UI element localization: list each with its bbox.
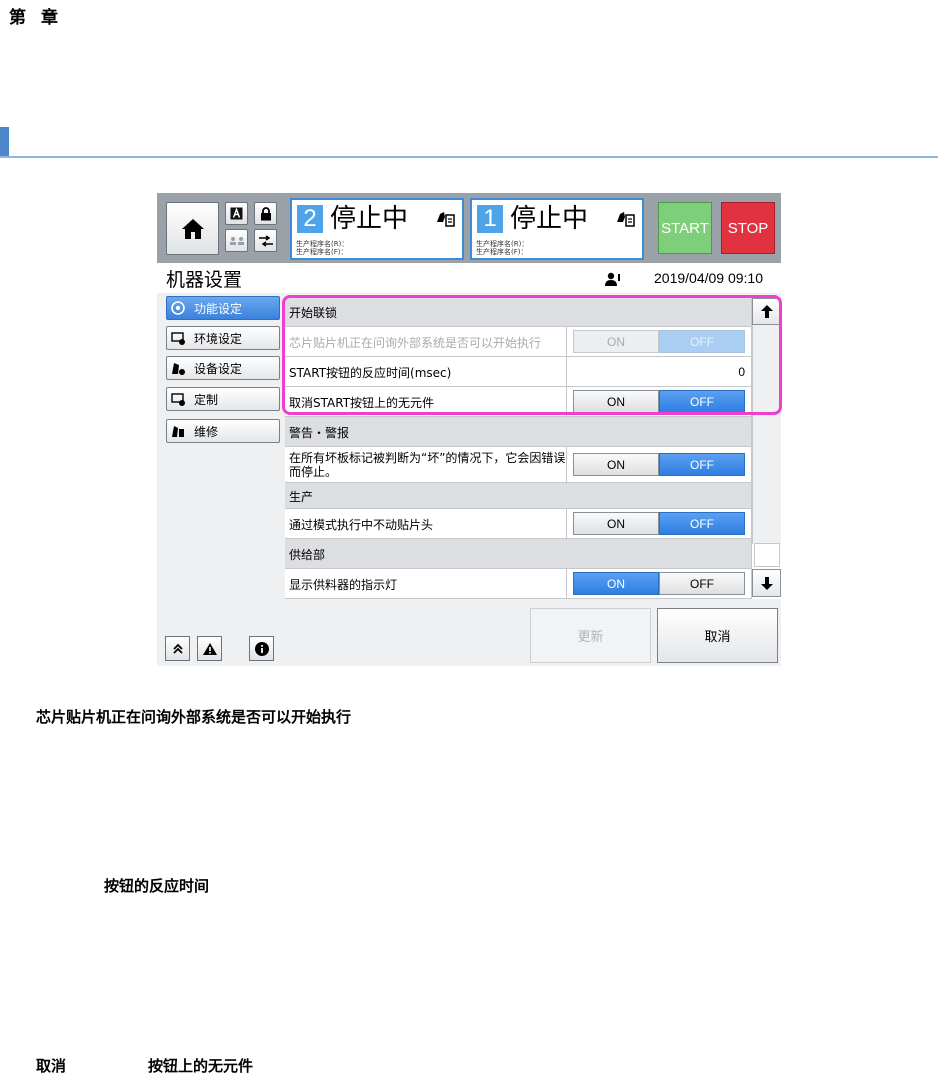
page-title: 机器设置 [166, 269, 243, 291]
program-name-f: 生产程序名(F)： [476, 248, 528, 256]
section-marker [0, 127, 9, 157]
lane-number: 1 [477, 205, 503, 233]
lock-button[interactable] [254, 202, 277, 225]
machine-clipboard-icon [172, 426, 184, 437]
section-header-label: 生产 [289, 489, 314, 504]
lane-2-panel[interactable]: 2 停止中 生产程序名(R)： 生产程序名(F)： [290, 198, 464, 260]
paragraph-heading-2: 按钮的反应时间 [104, 877, 210, 895]
connection-button[interactable] [254, 229, 277, 252]
lane-status: 停止中 [330, 204, 409, 234]
sidebar-item-function-settings[interactable]: 功能设定 [166, 296, 280, 320]
paragraph-heading-1: 芯片贴片机正在问询外部系统是否可以开始执行 [36, 708, 352, 726]
lane-1-panel[interactable]: 1 停止中 生产程序名(R)： 生产程序名(F)： [470, 198, 644, 260]
datetime: 2019/04/09 09:10 [654, 270, 763, 286]
auto-mode-button[interactable] [225, 202, 248, 225]
info-icon [254, 641, 269, 656]
sidebar-item-label: 功能设定 [194, 301, 243, 316]
gear-refresh-icon [171, 301, 185, 315]
section-header-label: 供给部 [289, 547, 326, 562]
connection-icon [258, 234, 273, 247]
section-header: 生产 [285, 483, 751, 509]
cancel-button[interactable]: 取消 [657, 608, 778, 663]
machine-settings-screenshot: 2 停止中 生产程序名(R)： 生产程序名(F)： 1 停止中 生产程序名(R)… [157, 193, 781, 666]
program-name-r: 生产程序名(R)： [296, 240, 349, 248]
operator-button[interactable] [225, 229, 248, 252]
sidebar-item-label: 定制 [194, 392, 219, 407]
a-box-icon [230, 207, 243, 220]
head-clipboard-icon [617, 212, 635, 227]
program-name-r: 生产程序名(R)： [476, 240, 529, 248]
paragraph-heading-3-prefix: 取消 [36, 1057, 67, 1075]
on-toggle[interactable]: ON [573, 572, 659, 595]
info-button[interactable] [249, 636, 274, 661]
users-icon [229, 236, 244, 245]
home-button[interactable] [166, 202, 219, 255]
section-header-label: 警告・警报 [289, 425, 350, 440]
sidebar-item-device-settings[interactable]: 设备设定 [166, 356, 280, 380]
user-icon [605, 272, 620, 286]
warning-icon [202, 642, 217, 655]
sidebar-item-label: 环境设定 [194, 331, 243, 346]
head-clipboard-icon [437, 212, 455, 227]
paragraph-heading-3: 按钮上的无元件 [148, 1057, 254, 1075]
section-header: 警告・警报 [285, 417, 751, 447]
off-toggle[interactable]: OFF [659, 572, 745, 595]
lane-status: 停止中 [510, 204, 589, 234]
setting-label: 通过模式执行中不动贴片头 [289, 509, 567, 539]
sidebar-item-label: 设备设定 [194, 361, 243, 376]
off-toggle[interactable]: OFF [659, 512, 745, 535]
update-button[interactable]: 更新 [530, 608, 651, 663]
double-chevron-up-icon [172, 643, 183, 654]
setting-row: 显示供料器的指示灯 ON OFF [285, 569, 751, 599]
on-toggle[interactable]: ON [573, 512, 659, 535]
collapse-button[interactable] [165, 636, 190, 661]
scroll-thumb[interactable] [754, 543, 780, 567]
highlight-box [282, 295, 782, 415]
section-header: 供给部 [285, 539, 751, 569]
scroll-down-button[interactable] [752, 569, 781, 597]
setting-row: 通过模式执行中不动贴片头 ON OFF [285, 509, 751, 539]
off-toggle[interactable]: OFF [659, 453, 745, 476]
start-button[interactable]: START [658, 202, 712, 254]
setting-label: 在所有坏板标记被判断为“坏”的情况下，它会因错误而停止。 [289, 447, 567, 483]
lock-icon [260, 206, 271, 220]
lane-number: 2 [297, 205, 323, 233]
machine-check-icon [172, 363, 185, 375]
stop-button[interactable]: STOP [721, 202, 775, 254]
setting-label: 显示供料器的指示灯 [289, 569, 567, 599]
sidebar-item-environment-settings[interactable]: 环境设定 [166, 326, 280, 350]
on-toggle[interactable]: ON [573, 453, 659, 476]
arrow-down-icon [760, 576, 773, 590]
section-rule [0, 156, 938, 158]
setting-row: 在所有坏板标记被判断为“坏”的情况下，它会因错误而停止。 ON OFF [285, 447, 751, 483]
chapter-heading: 第章 [9, 8, 59, 28]
monitor-edit-icon [171, 393, 185, 406]
sidebar-item-custom[interactable]: 定制 [166, 387, 280, 411]
sidebar-item-label: 维修 [194, 424, 219, 439]
program-name-f: 生产程序名(F)： [296, 248, 348, 256]
warning-button[interactable] [197, 636, 222, 661]
sidebar-item-maintenance[interactable]: 维修 [166, 419, 280, 443]
home-icon [181, 218, 204, 239]
monitor-check-icon [171, 332, 185, 345]
